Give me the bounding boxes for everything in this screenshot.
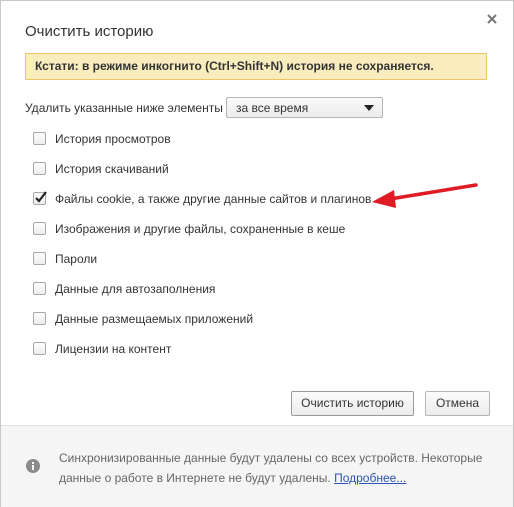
option-label: История скачиваний bbox=[55, 162, 169, 176]
incognito-tip-banner: Кстати: в режиме инкогнито (Ctrl+Shift+N… bbox=[25, 53, 487, 80]
checkbox[interactable] bbox=[33, 222, 46, 235]
time-range-label: Удалить указанные ниже элементы bbox=[25, 101, 223, 115]
cancel-button[interactable]: Отмена bbox=[425, 391, 490, 416]
option-label: Пароли bbox=[55, 252, 98, 266]
learn-more-link[interactable]: Подробнее... bbox=[334, 471, 406, 485]
checkbox[interactable] bbox=[33, 162, 46, 175]
option-label: Изображения и другие файлы, сохраненные … bbox=[55, 222, 346, 236]
time-range-value: за все время bbox=[236, 101, 309, 115]
clear-history-button[interactable]: Очистить историю bbox=[291, 391, 414, 416]
option-label: История просмотров bbox=[55, 132, 171, 146]
sync-notice-text: Синхронизированные данные будут удалены … bbox=[59, 448, 487, 488]
checkbox[interactable] bbox=[33, 132, 46, 145]
option-label: Данные для автозаполнения bbox=[55, 282, 216, 296]
option-label: Данные размещаемых приложений bbox=[55, 312, 254, 326]
checkbox[interactable] bbox=[33, 252, 46, 265]
sync-notice-message: Синхронизированные данные будут удалены … bbox=[59, 451, 483, 485]
option-label: Файлы cookie, а также другие данные сайт… bbox=[55, 192, 372, 206]
time-range-select[interactable]: за все время bbox=[226, 97, 383, 118]
chevron-down-icon bbox=[364, 105, 374, 111]
option-label: Лицензии на контент bbox=[55, 342, 172, 356]
checkbox[interactable] bbox=[33, 312, 46, 325]
info-icon bbox=[26, 459, 40, 473]
checkmark-icon bbox=[35, 191, 47, 203]
sync-notice-footer: Синхронизированные данные будут удалены … bbox=[1, 425, 513, 507]
clear-history-dialog: Очистить историю Кстати: в режиме инкогн… bbox=[0, 0, 514, 507]
checkbox[interactable] bbox=[33, 342, 46, 355]
annotation-arrow-icon bbox=[372, 183, 478, 208]
close-icon[interactable] bbox=[485, 12, 499, 26]
checkbox[interactable] bbox=[33, 282, 46, 295]
dialog-title: Очистить историю bbox=[25, 23, 154, 40]
checkbox-checked[interactable] bbox=[33, 191, 47, 205]
